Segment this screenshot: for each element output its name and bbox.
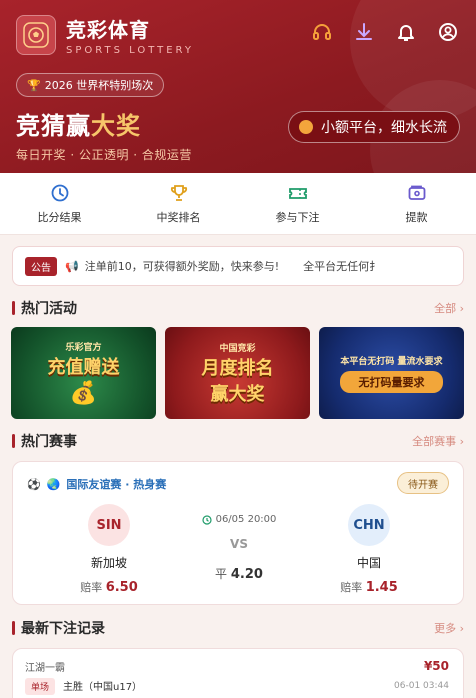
tab-label: 参与下注 xyxy=(275,210,320,224)
section-title-activities: 热门活动 xyxy=(12,298,77,318)
banner-title: 月度排名 xyxy=(201,357,274,379)
bet-type-badge: 单场 xyxy=(25,678,56,695)
tab-label: 提款 xyxy=(405,210,428,224)
bell-icon[interactable] xyxy=(396,22,416,42)
clock-icon xyxy=(201,514,212,525)
headline: 竞猜赢大奖 xyxy=(16,106,141,141)
match-center: 06/05 20:00 VS 平 4.20 xyxy=(179,514,299,582)
status-badge: 待开赛 xyxy=(397,472,449,494)
match-card[interactable]: ⚽ 🌏 国际友谊赛 · 热身赛 待开赛 SIN 新加坡 赔率 6.50 06/0… xyxy=(12,461,464,605)
bet-record-item[interactable]: 江湖一霸 ¥50 单场 主胜（中国u17） 06-01 03:44 xyxy=(12,648,464,698)
headline-main: 竞猜赢 xyxy=(16,112,91,140)
bet-pick: 主胜（中国u17） xyxy=(63,682,143,693)
headline-highlight: 大奖 xyxy=(91,112,141,140)
brand-subtitle: SPORTS LOTTERY xyxy=(66,45,194,56)
banner-top-text: 中国竞彩 xyxy=(219,343,256,354)
team-badge: SIN xyxy=(88,504,130,546)
trophy-icon xyxy=(170,184,187,201)
brand-title: 竞彩体育 xyxy=(66,18,150,42)
quick-nav: 比分结果 中奖排名 参与下注 提款 xyxy=(0,173,476,235)
headset-icon[interactable] xyxy=(312,22,332,42)
megaphone-icon: 📢 xyxy=(65,259,79,273)
clock-icon xyxy=(51,184,68,201)
header-actions xyxy=(312,22,458,42)
announcement-bar[interactable]: 公告 📢 注单前10，可获得额外奖励，快来参与! 全平台无任何扌 xyxy=(12,246,464,286)
football-icon: ⚽ xyxy=(27,477,41,491)
tagline: 每日开奖 · 公正透明 · 合规运营 xyxy=(16,148,192,162)
app-logo[interactable] xyxy=(16,15,56,55)
hero-header: 竞彩体育 SPORTS LOTTERY 🏆 2026 世界杯特别场次 竞猜赢大奖… xyxy=(0,0,476,173)
banner-monthly-ranking[interactable]: 中国竞彩 月度排名 赢大奖 xyxy=(165,327,310,419)
bet-time: 06-01 03:44 xyxy=(394,681,449,691)
bettor-name: 江湖一霸 xyxy=(25,663,65,674)
away-odds[interactable]: 赔率 1.45 xyxy=(340,579,398,595)
activities-all-link[interactable]: 全部 › xyxy=(434,300,464,316)
tab-withdraw[interactable]: 提款 xyxy=(357,173,476,234)
announcement-badge: 公告 xyxy=(25,256,57,276)
announcement-text-2: 全平台无任何扌 xyxy=(303,260,381,273)
promo-pill-label: 2026 世界杯特别场次 xyxy=(44,79,154,92)
announcement-text: 注单前10，可获得额外奖励，快来参与! xyxy=(84,260,280,273)
money-bag-icon: 💰 xyxy=(69,381,98,406)
promo-pill[interactable]: 🏆 2026 世界杯特别场次 xyxy=(16,73,165,97)
tab-place-bet[interactable]: 参与下注 xyxy=(238,173,357,234)
away-team: CHN 中国 赔率 1.45 xyxy=(309,504,429,595)
download-icon[interactable] xyxy=(354,22,374,42)
section-title-records: 最新下注记录 xyxy=(12,618,105,638)
globe-icon: 🌏 xyxy=(46,477,61,491)
banner-top-text: 本平台无打码 量流水要求 xyxy=(340,356,443,367)
ticket-icon xyxy=(288,187,307,199)
home-team: SIN 新加坡 赔率 6.50 xyxy=(49,504,169,595)
banner-recharge-bonus[interactable]: 乐彩官方 充值赠送 💰 xyxy=(11,327,156,419)
trophy-icon: 🏆 xyxy=(27,78,41,92)
records-more-link[interactable]: 更多 › xyxy=(434,620,464,636)
user-icon[interactable] xyxy=(438,22,458,42)
tab-label: 中奖排名 xyxy=(156,210,201,224)
slogan-text: 小额平台，细水长流 xyxy=(321,120,447,136)
slogan-badge: 小额平台，细水长流 xyxy=(288,111,460,143)
tab-score-results[interactable]: 比分结果 xyxy=(0,173,119,234)
banner-top-text: 乐彩官方 xyxy=(65,343,102,353)
banner-title-2: 赢大奖 xyxy=(210,383,265,405)
league-label: ⚽ 🌏 国际友谊赛 · 热身赛 xyxy=(27,476,166,492)
draw-odds[interactable]: 平 4.20 xyxy=(179,565,299,582)
banner-no-wagering[interactable]: 本平台无打码 量流水要求 无打码量要求 xyxy=(319,327,464,419)
football-icon xyxy=(23,22,49,48)
wallet-icon xyxy=(408,185,425,200)
vs-label: VS xyxy=(230,537,248,551)
team-name: 中国 xyxy=(356,556,381,570)
tab-winner-ranking[interactable]: 中奖排名 xyxy=(119,173,238,234)
league-name: 国际友谊赛 · 热身赛 xyxy=(66,478,167,491)
match-time: 06/05 20:00 xyxy=(179,514,299,525)
tab-label: 比分结果 xyxy=(37,210,82,224)
section-title-matches: 热门赛事 xyxy=(12,431,77,451)
matches-all-link[interactable]: 全部赛事 › xyxy=(412,433,464,449)
home-odds[interactable]: 赔率 6.50 xyxy=(80,579,138,595)
team-name: 新加坡 xyxy=(90,556,127,570)
team-badge: CHN xyxy=(348,504,390,546)
banner-title: 无打码量要求 xyxy=(340,370,443,393)
coin-icon xyxy=(299,120,313,134)
banner-title: 充值赠送 xyxy=(47,357,120,378)
bet-amount: ¥50 xyxy=(423,659,449,673)
